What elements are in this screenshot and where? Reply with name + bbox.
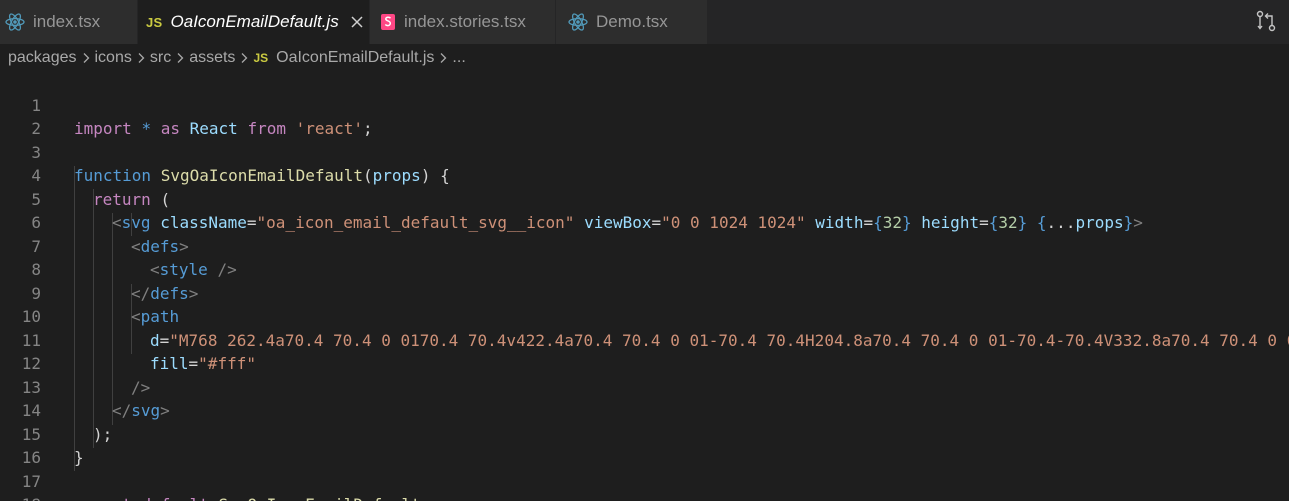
breadcrumb-item-src[interactable]: src [150, 49, 171, 67]
chevron-right-icon [82, 52, 90, 64]
open-changes-icon[interactable] [1255, 10, 1277, 32]
breadcrumb-item-icons[interactable]: icons [95, 49, 132, 67]
tab-demo-tsx[interactable]: Demo.tsx [556, 0, 708, 44]
breadcrumb: packages icons src assets JS OaIconEmail… [0, 44, 1289, 72]
close-icon[interactable] [349, 14, 365, 30]
code-text: export default SvgOaIconEmailDefault; [74, 493, 430, 501]
breadcrumb-item-assets[interactable]: assets [189, 49, 235, 67]
breadcrumb-item-symbols[interactable]: ... [452, 49, 465, 67]
code-line: 11 fill="#fff" [0, 305, 1289, 374]
code-line: 3 function SvgOaIconEmailDefault(props) … [0, 117, 1289, 186]
chevron-right-icon [137, 52, 145, 64]
chevron-right-icon [240, 52, 248, 64]
tab-oaiconemaildefault-js[interactable]: JS OaIconEmailDefault.js [138, 0, 370, 44]
breadcrumb-item-file[interactable]: OaIconEmailDefault.js [276, 49, 434, 67]
code-line: 15 } [0, 399, 1289, 468]
tab-index-tsx[interactable]: index.tsx [0, 0, 138, 44]
tab-index-stories-tsx[interactable]: index.stories.tsx [370, 0, 556, 44]
storybook-icon [380, 13, 396, 31]
code-line: 14 ); [0, 376, 1289, 444]
js-file-icon: JS [146, 14, 163, 30]
code-line: 9 <path [0, 258, 1289, 327]
editor-tab-bar: index.tsx JS OaIconEmailDefault.js index… [0, 0, 1289, 44]
tab-label: OaIconEmailDefault.js [170, 12, 339, 31]
code-line: 17 export default SvgOaIconEmailDefault; [0, 446, 1289, 501]
tab-label: index.stories.tsx [404, 12, 526, 31]
code-line: 10 d="M768 262.4a70.4 70.4 0 0170.4 70.4… [0, 282, 1289, 350]
code-line: 16 [0, 423, 1289, 467]
code-line: 6 <defs> [0, 188, 1289, 256]
breadcrumb-item-packages[interactable]: packages [8, 49, 77, 67]
code-line: 1 import * as React from 'react'; [0, 72, 1289, 139]
line-number: 18 [0, 493, 41, 501]
react-icon [568, 12, 588, 32]
code-line: 12 /> [0, 329, 1289, 397]
code-line: 2 [0, 94, 1289, 138]
code-line: 4 return ( [0, 141, 1289, 209]
js-file-icon: JS [253, 51, 269, 65]
code-line: 8 </defs> [0, 235, 1289, 303]
chevron-right-icon [176, 52, 184, 64]
code-line: 18 [0, 470, 1289, 501]
tab-label: Demo.tsx [596, 12, 668, 31]
code-editor[interactable]: 1 import * as React from 'react'; 2 3 fu… [0, 72, 1289, 501]
code-line: 13 </svg> [0, 352, 1289, 421]
react-icon [5, 12, 25, 32]
code-line: 7 <style /> [0, 211, 1289, 280]
chevron-right-icon [439, 52, 447, 64]
code-line: 5 <svg className="oa_icon_email_default_… [0, 164, 1289, 233]
tab-label: index.tsx [33, 12, 101, 31]
